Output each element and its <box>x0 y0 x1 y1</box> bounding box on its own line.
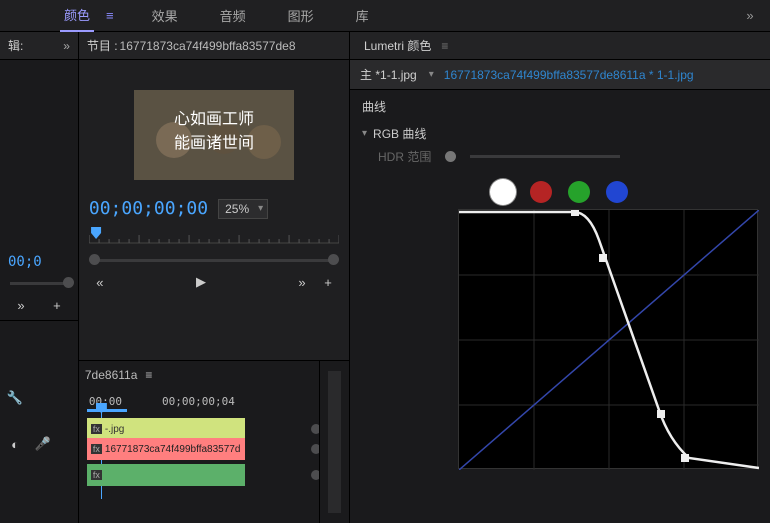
hdr-label: HDR 范围 <box>378 148 431 165</box>
program-ruler[interactable] <box>89 227 339 249</box>
edit-panel-body <box>0 60 78 250</box>
timeline-tool-icons: 🔧 ◐ 🎤 <box>0 329 78 461</box>
clip-v1[interactable]: fx 16771873ca74f499bffa83577d <box>87 438 245 460</box>
tab-effects[interactable]: 效果 <box>148 0 182 31</box>
program-timecode[interactable]: 00;00;00;00 <box>89 198 208 219</box>
channel-selector <box>362 181 758 203</box>
program-title-prefix: 节目 : <box>87 37 118 54</box>
curves-section-title[interactable]: 曲线 <box>362 98 758 115</box>
rgb-curve-editor[interactable] <box>458 209 758 469</box>
timeline-panel: 7de8611a ≡ 00;00 00;00;00;04 fx <box>79 361 319 523</box>
edit-jump-icon[interactable]: » <box>12 296 30 314</box>
mark-add-icon[interactable]: + <box>319 273 337 291</box>
hdr-range-row: HDR 范围 <box>378 148 758 165</box>
fx-badge: fx <box>91 444 102 454</box>
work-area[interactable] <box>87 409 127 412</box>
svg-text:能画诸世间: 能画诸世间 <box>174 134 254 152</box>
mic-icon[interactable]: 🎤 <box>34 435 52 453</box>
hdr-slider-thumb[interactable] <box>445 151 456 162</box>
wrench-icon[interactable]: 🔧 <box>6 389 24 407</box>
eye-icon[interactable]: ◐ <box>6 435 24 453</box>
workspace: 辑: » 00;0 » + 🔧 ◐ 🎤 节目 : 16771873ca <box>0 32 770 523</box>
lumetri-column: Lumetri 颜色 ≡ 主 *1-1.jpg ▾ 16771873ca74f4… <box>350 32 770 523</box>
program-column: 节目 : 16771873ca74f499bffa83577de8 心如画工师 … <box>79 32 350 523</box>
program-scrollbar[interactable] <box>89 253 339 267</box>
channel-white[interactable] <box>492 181 514 203</box>
play-icon[interactable]: ▶ <box>192 273 210 291</box>
scrollbar-thumb-right[interactable] <box>328 254 339 265</box>
fx-badge: fx <box>91 424 102 434</box>
edit-slider[interactable] <box>4 276 74 290</box>
lumetri-master-label: 主 *1-1.jpg <box>360 66 417 83</box>
lumetri-clip-bar: 主 *1-1.jpg ▾ 16771873ca74f499bffa83577de… <box>350 60 770 90</box>
timeline-row: 7de8611a ≡ 00;00 00;00;00;04 fx <box>79 360 349 523</box>
timeline-tab-label: 7de8611a <box>85 368 138 382</box>
program-panel-header[interactable]: 节目 : 16771873ca74f499bffa83577de8 <box>79 32 349 60</box>
timeline-ruler[interactable]: 00;00 00;00;00;04 <box>89 395 319 408</box>
timeline-body: 00;00 00;00;00;04 fx -.jpg <box>79 389 319 515</box>
edit-slider-thumb[interactable] <box>63 277 74 288</box>
channel-red[interactable] <box>530 181 552 203</box>
tab-menu-icon[interactable]: ≡ <box>106 8 114 23</box>
edit-controls: » + <box>0 290 78 320</box>
clip-v2-label: -.jpg <box>105 424 124 435</box>
audio-meter[interactable] <box>319 361 349 523</box>
edit-column: 辑: » 00;0 » + 🔧 ◐ 🎤 <box>0 32 79 523</box>
lumetri-panel-header[interactable]: Lumetri 颜色 ≡ <box>350 32 770 60</box>
tab-library[interactable]: 库 <box>352 0 373 31</box>
zoom-value: 25% <box>225 202 249 216</box>
channel-blue[interactable] <box>606 181 628 203</box>
preview-image: 心如画工师 能画诸世间 <box>134 90 294 180</box>
edit-add-icon[interactable]: + <box>48 296 66 314</box>
tabs-overflow-icon[interactable]: » <box>730 8 770 23</box>
rgb-curves-label: RGB 曲线 <box>373 125 426 142</box>
edit-panel-header[interactable]: 辑: » <box>0 32 78 60</box>
tab-color[interactable]: 颜色 <box>60 0 94 32</box>
left-lower-panel: 🔧 ◐ 🎤 <box>0 320 78 523</box>
tab-audio[interactable]: 音频 <box>216 0 250 31</box>
lumetri-title: Lumetri 颜色 <box>364 37 431 54</box>
program-transport: « ▶ » + <box>79 267 349 297</box>
channel-green[interactable] <box>568 181 590 203</box>
lumetri-menu-icon[interactable]: ≡ <box>441 39 448 53</box>
program-tc-row: 00;00;00;00 25% ▾ <box>79 192 349 225</box>
program-title-name: 16771873ca74f499bffa83577de8 <box>120 39 296 53</box>
master-dropdown-icon[interactable]: ▾ <box>429 69 434 80</box>
zoom-select[interactable]: 25% ▾ <box>218 199 268 219</box>
top-tab-bar: 颜色 ≡ 效果 音频 图形 库 » <box>0 0 770 32</box>
clip-v2[interactable]: fx -.jpg <box>87 418 245 440</box>
chevron-down-icon: ▾ <box>258 203 263 214</box>
hdr-slider-track[interactable] <box>470 155 620 158</box>
timeline-menu-icon[interactable]: ≡ <box>145 368 152 382</box>
clip-v1-label: 16771873ca74f499bffa83577d <box>105 444 241 455</box>
svg-text:心如画工师: 心如画工师 <box>174 110 254 128</box>
step-fwd-icon[interactable]: » <box>293 273 311 291</box>
edit-timecode[interactable]: 00;0 <box>0 250 78 274</box>
time-label-1: 00;00;00;04 <box>162 395 235 408</box>
rgb-curves-row[interactable]: ▾ RGB 曲线 <box>362 125 758 142</box>
edit-panel-overflow-icon[interactable]: » <box>63 39 70 53</box>
edit-panel-title: 辑: <box>8 37 23 54</box>
twisty-down-icon[interactable]: ▾ <box>362 128 367 139</box>
lumetri-sequence-link[interactable]: 16771873ca74f499bffa83577de8611a * 1-1.j… <box>444 68 694 82</box>
lumetri-body: 曲线 ▾ RGB 曲线 HDR 范围 <box>350 90 770 477</box>
program-preview[interactable]: 心如画工师 能画诸世间 <box>134 90 294 180</box>
fx-badge: fx <box>91 470 102 480</box>
clip-a1[interactable]: fx <box>87 464 245 486</box>
timeline-tracks[interactable]: 00;00 00;00;00;04 fx -.jpg <box>85 395 319 515</box>
scrollbar-thumb-left[interactable] <box>89 254 100 265</box>
step-back-icon[interactable]: « <box>91 273 109 291</box>
timeline-panel-header[interactable]: 7de8611a ≡ <box>79 361 319 389</box>
program-monitor: 心如画工师 能画诸世间 00;00;00;00 25% ▾ <box>79 60 349 360</box>
audio-meter-bar <box>328 371 341 513</box>
tab-graphics[interactable]: 图形 <box>284 0 318 31</box>
